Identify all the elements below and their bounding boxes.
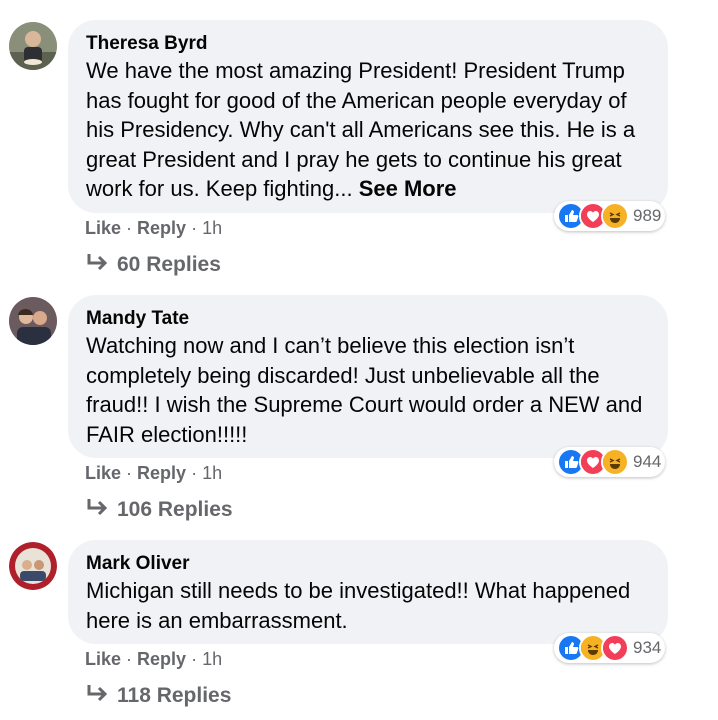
avatar[interactable] (9, 297, 57, 345)
reaction-count: 989 (633, 206, 662, 225)
avatar[interactable] (9, 542, 57, 590)
see-more-link[interactable]: See More (359, 176, 457, 201)
reply-button[interactable]: Reply (137, 463, 186, 483)
like-button[interactable]: Like (85, 218, 121, 238)
reply-arrow-icon (87, 499, 108, 516)
separator: · (126, 649, 133, 669)
replies-label: 106 Replies (117, 498, 233, 521)
comment-actions: Like · Reply · 1h (85, 648, 222, 670)
view-replies-button[interactable]: 60 Replies (85, 252, 221, 278)
like-button[interactable]: Like (85, 463, 121, 483)
replies-label: 60 Replies (117, 253, 221, 276)
comment-author[interactable]: Theresa Byrd (86, 32, 650, 55)
separator: · (191, 463, 198, 483)
view-replies-button[interactable]: 106 Replies (85, 497, 233, 523)
avatar[interactable] (9, 22, 57, 70)
separator: · (126, 463, 133, 483)
haha-icon (601, 202, 629, 230)
comment-author[interactable]: Mark Oliver (86, 552, 650, 575)
separator: · (191, 218, 198, 238)
comment-bubble: Mandy Tate Watching now and I can’t beli… (68, 295, 668, 458)
reply-arrow-icon (87, 685, 108, 702)
timestamp[interactable]: 1h (202, 463, 222, 483)
comment-bubble: Theresa Byrd We have the most amazing Pr… (68, 20, 668, 213)
reaction-summary[interactable]: 989 (554, 201, 665, 231)
separator: · (126, 218, 133, 238)
view-replies-button[interactable]: 118 Replies (85, 683, 231, 709)
reply-button[interactable]: Reply (137, 218, 186, 238)
replies-label: 118 Replies (117, 684, 232, 707)
timestamp[interactable]: 1h (202, 649, 222, 669)
reaction-summary[interactable]: 944 (554, 447, 665, 477)
love-icon (601, 634, 629, 662)
comment-author[interactable]: Mandy Tate (86, 307, 650, 330)
comment-text: Michigan still needs to be investigated!… (86, 578, 631, 633)
comment-bubble: Mark Oliver Michigan still needs to be i… (68, 540, 668, 644)
comment-text: We have the most amazing President! Pres… (86, 56, 650, 204)
like-button[interactable]: Like (85, 649, 121, 669)
haha-icon (601, 448, 629, 476)
separator: · (191, 649, 198, 669)
reply-button[interactable]: Reply (137, 649, 186, 669)
reply-arrow-icon (87, 254, 108, 271)
reaction-count: 944 (633, 452, 662, 471)
comment-actions: Like · Reply · 1h (85, 462, 222, 484)
reaction-count: 934 (633, 638, 662, 657)
timestamp[interactable]: 1h (202, 218, 222, 238)
comment-text: Watching now and I can’t believe this el… (86, 333, 643, 447)
comment-actions: Like · Reply · 1h (85, 217, 222, 239)
reaction-summary[interactable]: 934 (554, 633, 665, 663)
